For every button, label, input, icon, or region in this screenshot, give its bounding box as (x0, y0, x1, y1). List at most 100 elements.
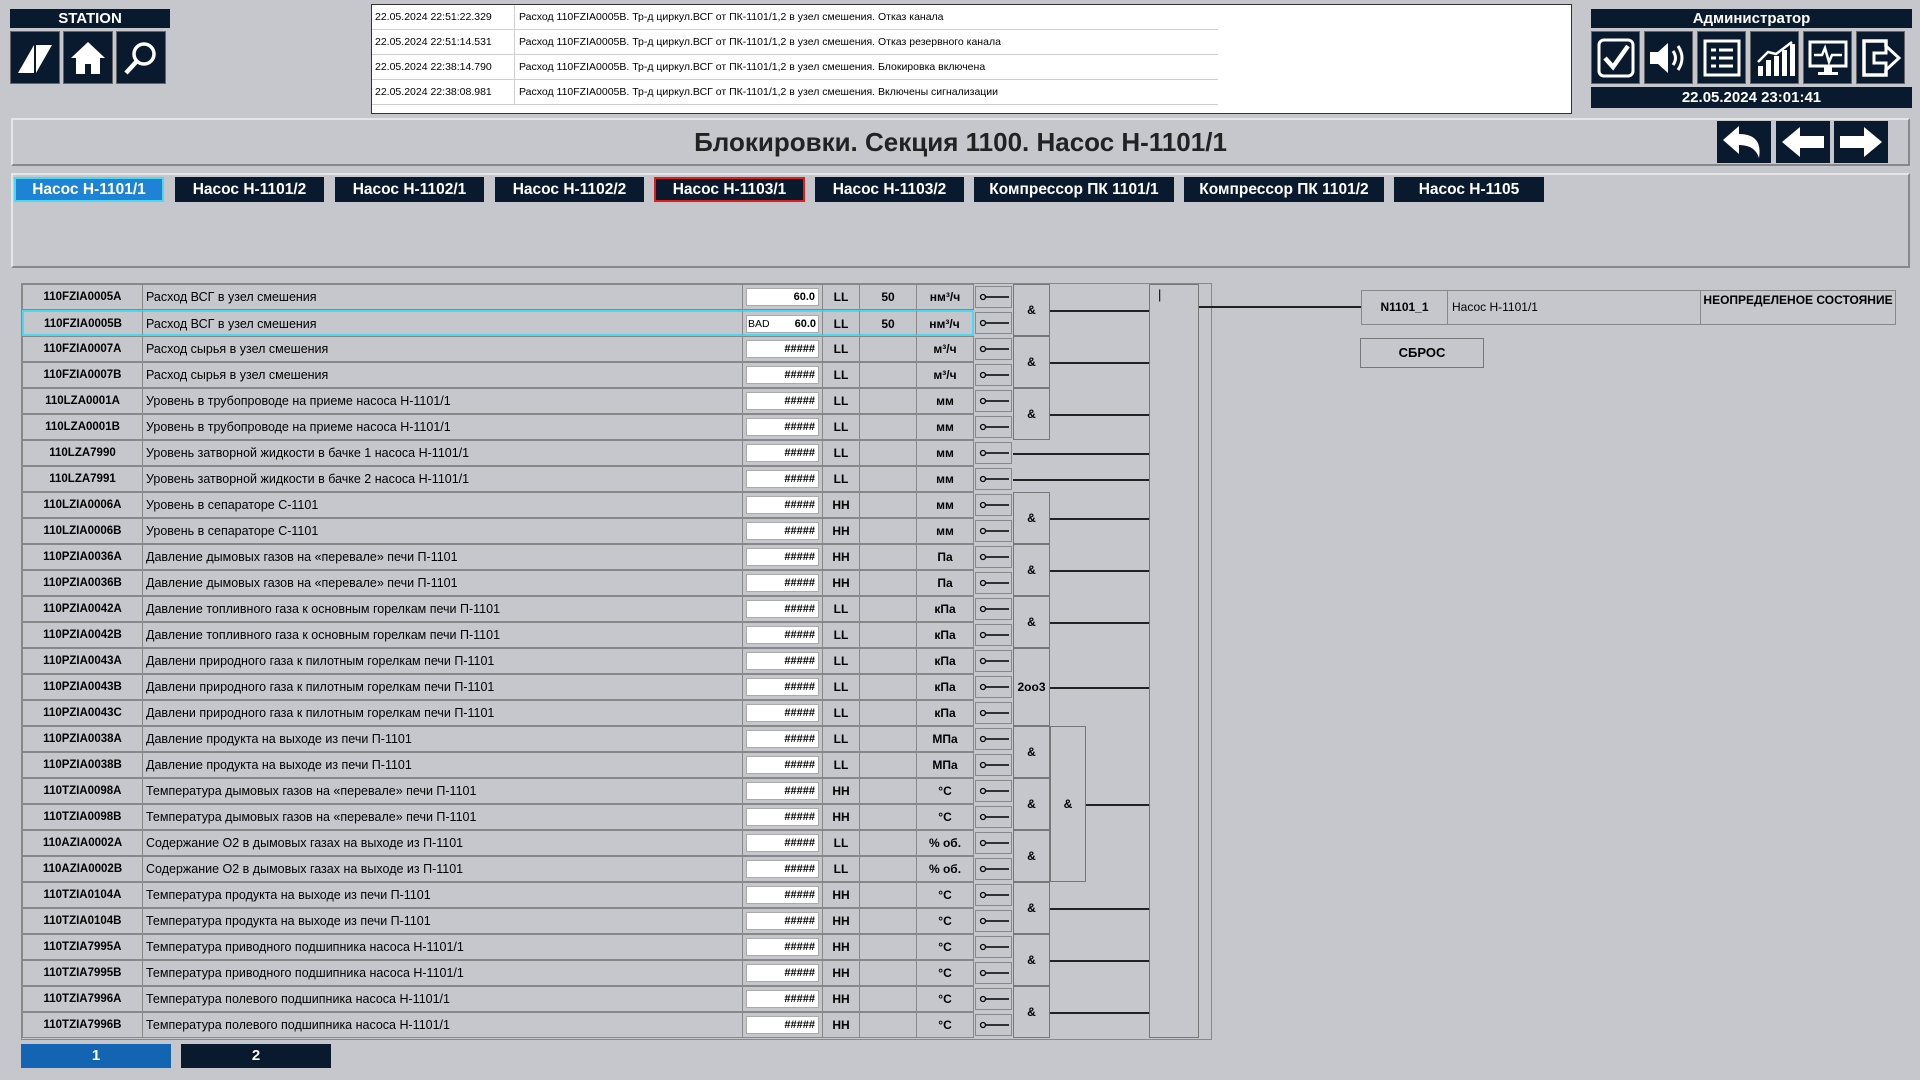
table-row[interactable]: 110TZIA0098B Температура дымовых газов на… (22, 804, 974, 830)
bypass-switch[interactable] (975, 624, 1012, 646)
table-row[interactable]: 110AZIA0002B Содержание О2 в дымовых газа… (22, 856, 974, 882)
tab-compressor-1101-1[interactable]: Компрессор ПК 1101/1 (974, 177, 1174, 202)
bypass-switch[interactable] (975, 728, 1012, 750)
table-row[interactable]: 110PZIA0038A Давление продукта на выходе … (22, 726, 974, 752)
table-row[interactable]: 110LZA7990 Уровень затворной жидкости в б… (22, 440, 974, 466)
reset-button[interactable]: СБРОС (1360, 338, 1484, 368)
table-row[interactable]: 110TZIA7996B Температура полевого подшипн… (22, 1012, 974, 1038)
sound-button[interactable] (1644, 31, 1693, 84)
bypass-switch[interactable] (975, 832, 1012, 854)
limit-cell: LL (822, 336, 859, 362)
table-row[interactable]: 110TZIA0104B Температура продукта на выхо… (22, 908, 974, 934)
table-row[interactable]: 110PZIA0036A Давление дымовых газов на «п… (22, 544, 974, 570)
event-row[interactable]: 22.05.2024 22:51:22.329 Расход 110FZIA000… (372, 5, 1218, 30)
bypass-switch[interactable] (975, 546, 1012, 568)
and-gate: & (1013, 934, 1050, 986)
event-row[interactable]: 22.05.2024 22:38:08.981 Расход 110FZIA000… (372, 80, 1218, 105)
table-row[interactable]: 110TZIA7996A Температура полевого подшипн… (22, 986, 974, 1012)
table-row[interactable]: 110AZIA0002A Содержание О2 в дымовых газа… (22, 830, 974, 856)
bypass-switch[interactable] (975, 312, 1012, 334)
bypass-switch[interactable] (975, 442, 1012, 464)
table-row[interactable]: 110PZIA0043A Давлени природного газа к пи… (22, 648, 974, 674)
bypass-switch[interactable] (975, 910, 1012, 932)
table-row[interactable]: 110TZIA0104A Температура продукта на выхо… (22, 882, 974, 908)
table-row[interactable]: 110LZA0001B Уровень в трубопроводе на при… (22, 414, 974, 440)
page-1-button[interactable]: 1 (21, 1044, 171, 1068)
table-row[interactable]: 110FZIA0005A Расход ВСГ в узел смешения 60… (22, 284, 974, 310)
bypass-switch[interactable] (975, 650, 1012, 672)
bypass-switch[interactable] (975, 572, 1012, 594)
table-row[interactable]: 110LZA0001A Уровень в трубопроводе на при… (22, 388, 974, 414)
bypass-switch[interactable] (975, 754, 1012, 776)
value-cell: ##### (742, 960, 822, 986)
bypass-switch[interactable] (975, 416, 1012, 438)
table-row[interactable]: 110LZIA0006A Уровень в сепараторе С-1101 #… (22, 492, 974, 518)
and-gate: & (1013, 544, 1050, 596)
bypass-switch[interactable] (975, 780, 1012, 802)
setpoint-cell (859, 882, 916, 908)
tab-compressor-1101-2[interactable]: Компрессор ПК 1101/2 (1184, 177, 1384, 202)
table-row[interactable]: 110LZA7991 Уровень затворной жидкости в б… (22, 466, 974, 492)
table-row[interactable]: 110TZIA7995A Температура приводного подши… (22, 934, 974, 960)
page-2-button[interactable]: 2 (181, 1044, 331, 1068)
journal-button[interactable] (1697, 31, 1746, 84)
bypass-switch[interactable] (975, 676, 1012, 698)
search-button[interactable] (116, 31, 166, 84)
bypass-switch[interactable] (975, 962, 1012, 984)
bypass-switch[interactable] (975, 806, 1012, 828)
bypass-switch[interactable] (975, 702, 1012, 724)
value-text: ##### (746, 418, 819, 436)
table-row[interactable]: 110FZIA0007B Расход сырья в узел смешения… (22, 362, 974, 388)
station-logo-button[interactable] (10, 31, 60, 84)
bypass-switch[interactable] (975, 988, 1012, 1010)
table-row[interactable]: 110PZIA0043C Давлени природного газа к пи… (22, 700, 974, 726)
back-button[interactable] (1717, 121, 1771, 163)
table-row[interactable]: 110LZIA0006B Уровень в сепараторе С-1101 #… (22, 518, 974, 544)
gate-label: & (1027, 563, 1036, 577)
bypass-switch[interactable] (975, 390, 1012, 412)
table-row[interactable]: 110PZIA0043B Давлени природного газа к пи… (22, 674, 974, 700)
bypass-switch[interactable] (975, 338, 1012, 360)
tab-pump-1101-2[interactable]: Насос Н-1101/2 (175, 177, 324, 202)
event-log[interactable]: 22.05.2024 22:51:22.329 Расход 110FZIA000… (371, 4, 1572, 114)
monitor-button[interactable] (1803, 31, 1852, 84)
unit-cell: МПа (916, 752, 974, 778)
table-row[interactable]: 110TZIA0098A Температура дымовых газов на… (22, 778, 974, 804)
switch-contact-icon (979, 995, 1009, 1003)
table-row[interactable]: 110TZIA7995B Температура приводного подши… (22, 960, 974, 986)
table-row[interactable]: 110PZIA0042B Давление топливного газа к о… (22, 622, 974, 648)
tab-pump-1103-1[interactable]: Насос Н-1103/1 (654, 177, 805, 202)
bypass-switch[interactable] (975, 936, 1012, 958)
gate-label: & (1063, 797, 1073, 811)
bypass-switch[interactable] (975, 884, 1012, 906)
next-button[interactable] (1834, 121, 1888, 163)
table-row[interactable]: 110PZIA0038B Давление продукта на выходе … (22, 752, 974, 778)
event-row[interactable]: 22.05.2024 22:38:14.790 Расход 110FZIA000… (372, 55, 1218, 80)
value-text: ##### (746, 704, 819, 722)
table-row[interactable]: 110FZIA0007A Расход сырья в узел смешения… (22, 336, 974, 362)
table-row[interactable]: 110FZIA0005B Расход ВСГ в узел смешения BA… (22, 310, 974, 336)
table-row[interactable]: 110PZIA0036B Давление дымовых газов на «п… (22, 570, 974, 596)
table-row[interactable]: 110PZIA0042A Давление топливного газа к о… (22, 596, 974, 622)
bypass-switch[interactable] (975, 494, 1012, 516)
tab-pump-1102-2[interactable]: Насос Н-1102/2 (495, 177, 644, 202)
bypass-switch[interactable] (975, 520, 1012, 542)
home-button[interactable] (63, 31, 113, 84)
tab-pump-1105[interactable]: Насос Н-1105 (1394, 177, 1544, 202)
bypass-switch[interactable] (975, 1014, 1012, 1036)
acknowledge-button[interactable] (1591, 31, 1640, 84)
logout-button[interactable] (1856, 31, 1905, 84)
bypass-switch[interactable] (975, 858, 1012, 880)
tab-pump-1102-1[interactable]: Насос Н-1102/1 (335, 177, 484, 202)
trends-button[interactable] (1750, 31, 1799, 84)
prev-button[interactable] (1776, 121, 1830, 163)
tab-pump-1101-1[interactable]: Насос Н-1101/1 (14, 177, 164, 202)
event-row[interactable]: 22.05.2024 22:51:14.531 Расход 110FZIA000… (372, 30, 1218, 55)
bypass-switch[interactable] (975, 468, 1012, 490)
tab-pump-1103-2[interactable]: Насос Н-1103/2 (815, 177, 964, 202)
bypass-switch[interactable] (975, 598, 1012, 620)
switch-contact-icon (979, 605, 1009, 613)
bypass-switch[interactable] (975, 364, 1012, 386)
value-cell: ##### (742, 570, 822, 596)
bypass-switch[interactable] (975, 286, 1012, 308)
